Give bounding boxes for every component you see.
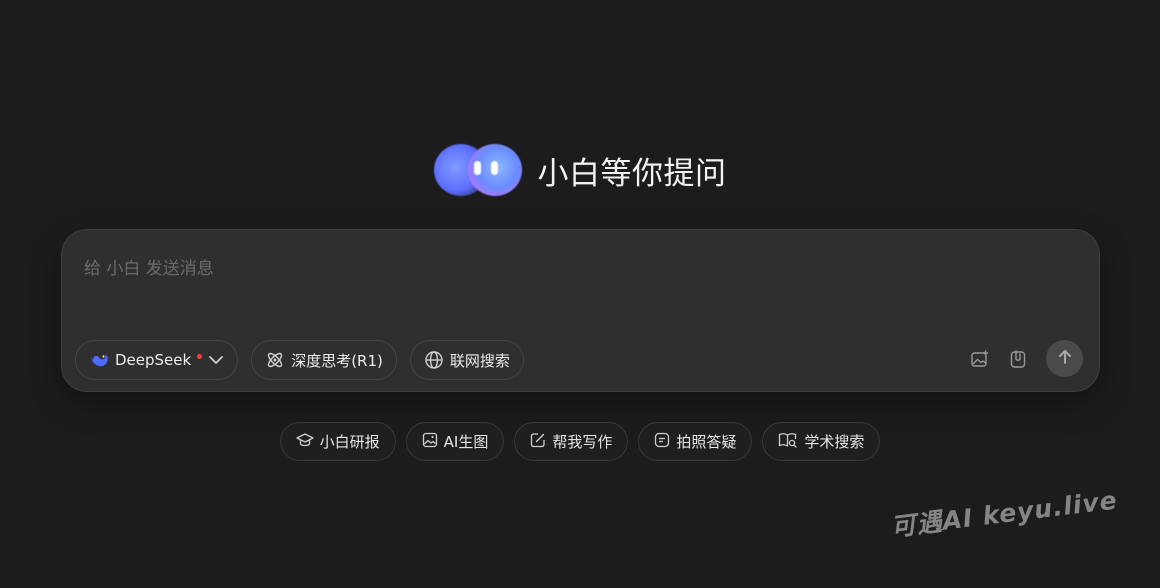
deepseek-whale-icon — [89, 351, 109, 369]
globe-icon — [424, 350, 444, 370]
paperclip-icon[interactable] — [1008, 349, 1028, 369]
message-input[interactable] — [84, 254, 1074, 314]
hero: 小白等你提问 — [0, 140, 1160, 200]
quick-action-label: 小白研报 — [319, 433, 380, 451]
chat-input-card: DeepSeek 深度思考(R1) — [61, 229, 1100, 392]
image-icon — [422, 432, 438, 452]
image-plus-icon[interactable] — [970, 349, 990, 369]
quick-action-photo-qa[interactable]: 拍照答疑 — [638, 422, 753, 461]
quick-action-label: 学术搜索 — [804, 433, 865, 451]
input-actions — [970, 340, 1083, 377]
arrow-up-icon — [1058, 349, 1072, 369]
model-label: DeepSeek — [115, 351, 192, 369]
chevron-down-icon — [208, 355, 224, 365]
quick-actions: 小白研报 AI生图 帮我写作 拍照答疑 学术搜索 — [0, 422, 1160, 461]
mascot-logo — [433, 140, 522, 200]
quick-action-label: AI生图 — [443, 433, 489, 451]
watermark: 可遇AI keyu.live — [889, 485, 1120, 543]
book-search-icon — [778, 432, 798, 452]
quick-action-academic-search[interactable]: 学术搜索 — [762, 422, 881, 461]
note-icon — [654, 432, 670, 452]
quick-action-ai-image[interactable]: AI生图 — [405, 422, 505, 461]
input-toolbar: DeepSeek 深度思考(R1) 联网搜索 — [75, 340, 524, 380]
new-badge-dot — [197, 353, 203, 359]
atom-icon — [265, 350, 285, 370]
model-selector[interactable]: DeepSeek — [75, 340, 239, 380]
quick-action-label: 拍照答疑 — [676, 433, 737, 451]
send-button[interactable] — [1046, 340, 1083, 377]
web-search-label: 联网搜索 — [449, 351, 510, 370]
edit-icon — [530, 432, 546, 452]
page: 小白等你提问 DeepSeek — [0, 0, 1160, 588]
web-search-toggle[interactable]: 联网搜索 — [409, 340, 524, 380]
page-title: 小白等你提问 — [537, 155, 727, 192]
deep-think-toggle[interactable]: 深度思考(R1) — [251, 340, 397, 380]
graduation-cap-icon — [295, 432, 314, 452]
deep-think-label: 深度思考(R1) — [291, 351, 383, 370]
quick-action-label: 帮我写作 — [552, 433, 613, 451]
quick-action-research[interactable]: 小白研报 — [279, 422, 396, 461]
quick-action-writing[interactable]: 帮我写作 — [514, 422, 629, 461]
